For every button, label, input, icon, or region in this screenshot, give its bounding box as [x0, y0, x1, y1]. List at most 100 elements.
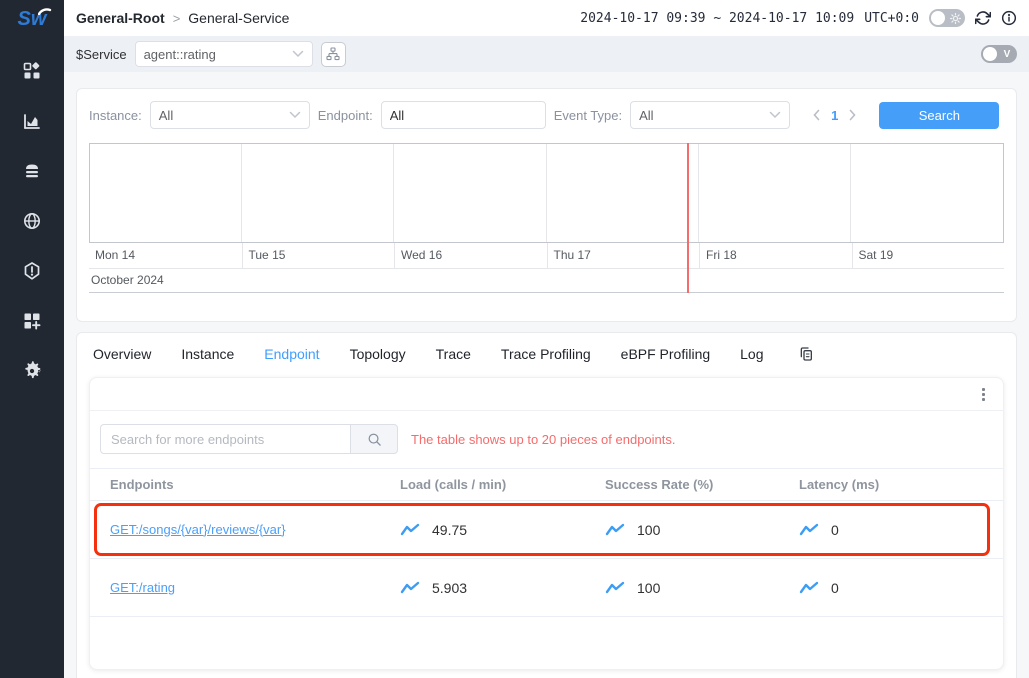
sidebar-item-analytics[interactable]	[0, 96, 64, 146]
topology-icon	[325, 46, 341, 62]
timeline-day-label: Mon 14	[89, 243, 242, 268]
timeline-plot	[89, 143, 1004, 243]
endpoint-link[interactable]: GET:/rating	[110, 580, 175, 595]
sidebar-item-services[interactable]	[0, 46, 64, 96]
timeline-day-cell	[242, 144, 394, 242]
event-type-select-value: All	[639, 108, 653, 123]
endpoint-table-header: Endpoints Load (calls / min) Success Rat…	[90, 468, 1003, 501]
breadcrumb-separator: >	[173, 11, 181, 26]
instance-select-value: All	[159, 108, 173, 123]
tab-instance[interactable]: Instance	[181, 346, 234, 362]
pager: 1	[812, 108, 857, 123]
load-sparkline-icon[interactable]	[400, 523, 420, 537]
table-row: GET:/songs/{var}/reviews/{var} 49.75 100	[90, 501, 1003, 559]
current-page: 1	[831, 108, 838, 123]
timeline-day-label: Tue 15	[242, 243, 395, 268]
info-icon[interactable]	[1001, 10, 1017, 26]
timezone-label: UTC+0:0	[864, 11, 919, 26]
success-rate-value: 100	[637, 580, 660, 596]
panel-header	[90, 378, 1003, 411]
bar-chart-icon	[22, 111, 42, 131]
success-rate-sparkline-icon[interactable]	[605, 523, 625, 537]
endpoint-filter-input[interactable]	[381, 101, 546, 129]
event-timeline[interactable]: Mon 14 Tue 15 Wed 16 Thu 17 Fri 18 Sat 1…	[89, 143, 1004, 293]
sidebar-item-database[interactable]	[0, 146, 64, 196]
service-bar: $Service agent::rating V	[64, 36, 1029, 72]
service-select[interactable]: agent::rating	[135, 41, 313, 67]
tab-log[interactable]: Log	[740, 346, 763, 362]
timeline-day-labels: Mon 14 Tue 15 Wed 16 Thu 17 Fri 18 Sat 1…	[89, 243, 1004, 269]
prev-page-icon[interactable]	[812, 109, 821, 121]
filter-row: Instance: All Endpoint: Event Type: All …	[89, 101, 1004, 129]
theme-toggle[interactable]	[929, 9, 965, 27]
table-row: GET:/rating 5.903 100	[90, 559, 1003, 617]
timeline-day-label: Fri 18	[699, 243, 852, 268]
instance-filter-label: Instance:	[89, 108, 142, 123]
refresh-icon[interactable]	[975, 10, 991, 26]
column-header-endpoints: Endpoints	[110, 477, 400, 492]
event-type-select[interactable]: All	[630, 101, 790, 129]
success-rate-value: 100	[637, 522, 660, 538]
alert-shield-icon	[22, 261, 42, 281]
copy-icon[interactable]	[798, 346, 814, 362]
globe-icon	[22, 211, 42, 231]
chevron-down-icon	[769, 111, 781, 119]
gear-icon	[22, 361, 42, 381]
sidebar-item-browser[interactable]	[0, 196, 64, 246]
latency-sparkline-icon[interactable]	[799, 523, 819, 537]
service-topology-button[interactable]	[321, 42, 346, 67]
success-rate-sparkline-icon[interactable]	[605, 581, 625, 595]
skywalking-logo[interactable]: Sw	[0, 0, 64, 38]
events-card: Instance: All Endpoint: Event Type: All …	[76, 88, 1017, 322]
breadcrumb-root[interactable]: General-Root	[76, 10, 165, 26]
apps-grid-icon	[22, 61, 42, 81]
tab-trace[interactable]: Trace	[436, 346, 471, 362]
more-menu-icon[interactable]	[978, 384, 989, 405]
logo-swoosh-icon	[38, 6, 52, 15]
tab-trace-profiling[interactable]: Trace Profiling	[501, 346, 591, 362]
sidebar-nav	[0, 46, 64, 396]
endpoint-link[interactable]: GET:/songs/{var}/reviews/{var}	[110, 522, 286, 537]
service-tabs: Overview Instance Endpoint Topology Trac…	[77, 333, 1016, 374]
tab-overview[interactable]: Overview	[93, 346, 151, 362]
tab-ebpf-profiling[interactable]: eBPF Profiling	[621, 346, 710, 362]
service-select-value: agent::rating	[144, 47, 216, 62]
endpoint-search-button[interactable]	[350, 424, 398, 454]
sidebar-item-settings[interactable]	[0, 346, 64, 396]
instance-select[interactable]: All	[150, 101, 310, 129]
timeline-day-cell	[851, 144, 1003, 242]
load-sparkline-icon[interactable]	[400, 581, 420, 595]
endpoint-filter-label: Endpoint:	[318, 108, 373, 123]
latency-sparkline-icon[interactable]	[799, 581, 819, 595]
dashboards-plus-icon	[22, 311, 42, 331]
service-label: $Service	[76, 47, 127, 62]
latency-value: 0	[831, 522, 839, 538]
next-page-icon[interactable]	[848, 109, 857, 121]
timeline-day-cell	[699, 144, 851, 242]
endpoint-search-input[interactable]	[100, 424, 350, 454]
column-header-success-rate: Success Rate (%)	[605, 477, 799, 492]
tab-topology[interactable]: Topology	[350, 346, 406, 362]
theme-toggle-knob	[931, 11, 945, 25]
timeline-day-label: Sat 19	[852, 243, 1005, 268]
tab-endpoint[interactable]: Endpoint	[264, 346, 319, 362]
version-toggle[interactable]: V	[981, 45, 1017, 63]
top-header: General-Root > General-Service 2024-10-1…	[64, 0, 1029, 36]
version-toggle-label: V	[1000, 47, 1014, 61]
search-button[interactable]: Search	[879, 102, 999, 129]
search-icon	[367, 432, 382, 447]
service-detail-card: Overview Instance Endpoint Topology Trac…	[76, 332, 1017, 678]
time-range-picker[interactable]: 2024-10-17 09:39 ~ 2024-10-17 10:09	[580, 11, 854, 26]
sidebar-item-alerting[interactable]	[0, 246, 64, 296]
event-type-filter-label: Event Type:	[554, 108, 622, 123]
version-toggle-knob	[983, 47, 997, 61]
timeline-day-label: Wed 16	[394, 243, 547, 268]
timeline-day-cell	[394, 144, 546, 242]
table-limit-notice: The table shows up to 20 pieces of endpo…	[411, 432, 676, 447]
load-value: 5.903	[432, 580, 467, 596]
sidebar-item-dashboards[interactable]	[0, 296, 64, 346]
load-value: 49.75	[432, 522, 467, 538]
column-header-latency: Latency (ms)	[799, 477, 1003, 492]
sidebar: Sw	[0, 0, 64, 678]
sun-icon	[948, 11, 962, 25]
